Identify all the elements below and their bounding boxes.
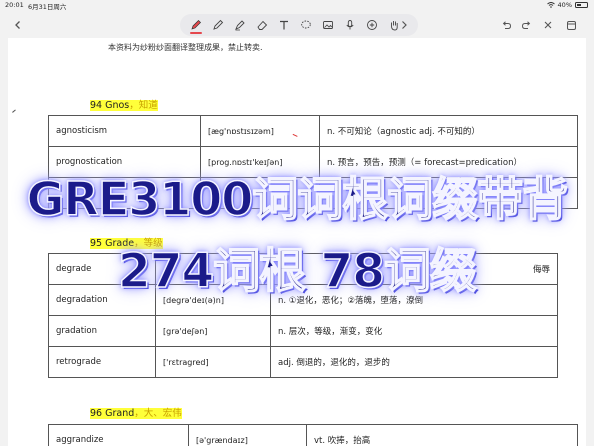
- tools-palette: [180, 14, 418, 36]
- chevron-left-icon: [15, 21, 20, 29]
- text-icon: [280, 20, 288, 30]
- more-tools-button[interactable]: [396, 17, 412, 33]
- ink-mark: [10, 107, 16, 113]
- undo-icon: [502, 20, 511, 29]
- lasso-tool[interactable]: [298, 17, 314, 33]
- undo-button[interactable]: [498, 17, 514, 33]
- word-cell: retrograde: [48, 346, 156, 378]
- meaning-cell: vt. 吹捧，抬高: [306, 424, 578, 446]
- word-cell: gradation: [48, 315, 156, 347]
- pen-icon: [191, 20, 201, 30]
- add-tool[interactable]: [364, 17, 380, 33]
- note-toolbar: [0, 11, 594, 39]
- word-cell: aggrandize: [48, 424, 189, 446]
- eraser-icon: [257, 20, 268, 30]
- section-heading-cn: ，大、宏伟: [134, 408, 182, 419]
- page-notice: 本资料为纱粉纱面翻译整理成果，禁止转卖.: [108, 43, 263, 52]
- overlay-title-line2: 274词根 78词缀: [117, 243, 477, 300]
- text-tool[interactable]: [276, 17, 292, 33]
- pencil-icon: [213, 19, 224, 30]
- status-right: 40%: [546, 1, 588, 9]
- overlay-title-line1: GRE3100词词根词缀带背: [26, 171, 569, 227]
- section-heading: 96 Grand，大、宏伟: [88, 404, 184, 420]
- wifi-icon: [546, 2, 555, 8]
- table-row: aggrandize [ə'grændaɪz] vt. 吹捧，抬高: [48, 424, 578, 446]
- meaning-cell: n. 层次，等级，渐变，变化: [270, 315, 558, 347]
- table-row: agnosticism [æg'nɒstɪsɪzəm] n. 不可知论（agno…: [48, 115, 578, 147]
- marker-icon: [235, 20, 245, 31]
- meaning-cell: n. 不可知论（agnostic adj. 不可知的）: [319, 115, 578, 147]
- section-heading: 94 Gnos，知道: [88, 96, 160, 112]
- ipa-cell: ['rɛtragred]: [155, 346, 271, 378]
- marker-tool[interactable]: [232, 17, 248, 33]
- pencil-tool[interactable]: [210, 17, 226, 33]
- ipa-cell: [ə'grændaɪz]: [188, 424, 307, 446]
- ipa-cell: [æg'nɒstɪsɪzəm]: [200, 115, 320, 147]
- pages-button[interactable]: [563, 17, 579, 33]
- battery-percent: 40%: [557, 1, 572, 9]
- eraser-tool[interactable]: [254, 17, 270, 33]
- close-icon: [544, 21, 552, 29]
- status-time: 20:01: [5, 1, 24, 9]
- section-heading-latin: 94 Gnos: [90, 100, 130, 111]
- mic-icon: [346, 20, 354, 30]
- back-button[interactable]: [10, 17, 26, 33]
- mic-tool[interactable]: [342, 17, 358, 33]
- close-button[interactable]: [540, 17, 556, 33]
- pen-tool[interactable]: [188, 17, 204, 34]
- battery-icon: [575, 2, 588, 8]
- redo-button[interactable]: [518, 17, 534, 33]
- redo-icon: [521, 20, 530, 29]
- lasso-icon: [301, 20, 311, 29]
- ipa-cell: [grə'deʃən]: [155, 315, 271, 347]
- chevron-right-icon: [402, 21, 407, 29]
- table-row: gradation [grə'deʃən] n. 层次，等级，渐变，变化: [48, 315, 558, 347]
- image-icon: [323, 21, 333, 29]
- table-row: retrograde ['rɛtragred] adj. 倒退的，退化的，退步的: [48, 346, 558, 378]
- word-table: aggrandize [ə'grændaɪz] vt. 吹捧，抬高: [48, 424, 578, 446]
- section-heading-cn: ，知道: [129, 100, 158, 111]
- meaning-cell: adj. 倒退的，退化的，退步的: [270, 346, 558, 378]
- image-tool[interactable]: [320, 17, 336, 33]
- status-date: 6月31日周六: [28, 3, 67, 11]
- pages-icon: [566, 20, 576, 30]
- word-cell: agnosticism: [48, 115, 201, 147]
- ipad-screen: { "status_bar": { "time": "20:01", "date…: [0, 0, 594, 446]
- status-bar: 20:01 6月31日周六 40%: [0, 0, 594, 11]
- plus-icon: [367, 20, 377, 30]
- section-heading-latin: 96 Grand: [90, 408, 135, 419]
